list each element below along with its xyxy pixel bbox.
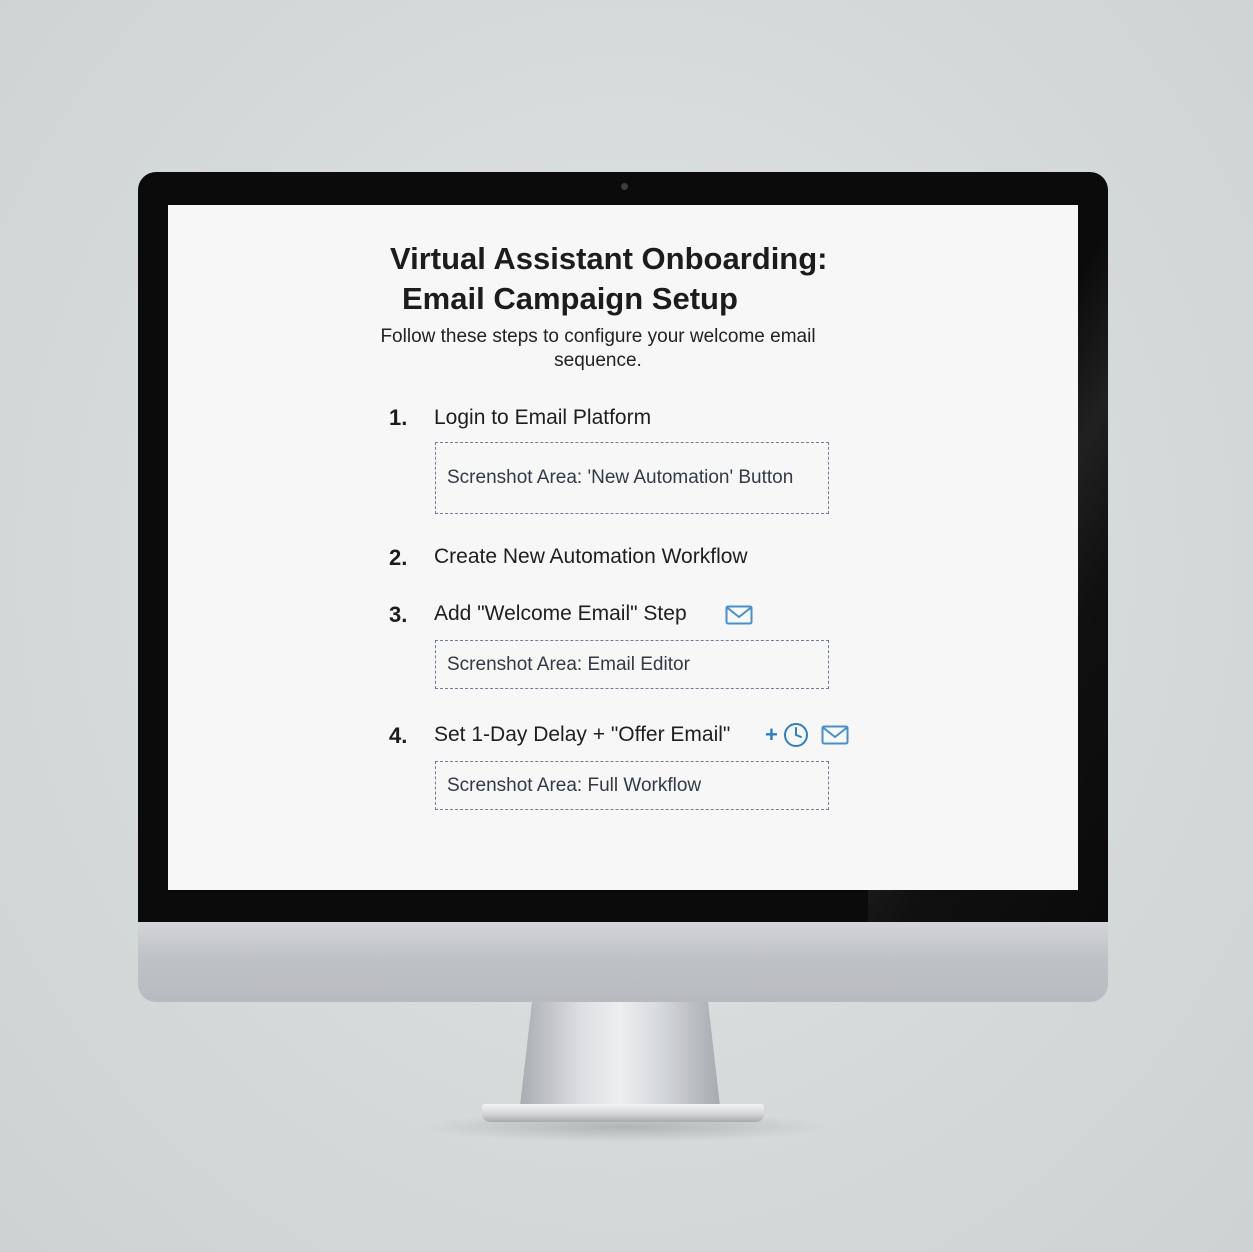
envelope-icon <box>725 605 753 630</box>
step-3-number: 3. <box>389 602 408 627</box>
step-3-screenshot-label: Screnshot Area: Email Editor <box>447 653 690 675</box>
plus-sign: + <box>765 722 778 747</box>
clock-icon <box>783 722 809 753</box>
step-1-number: 1. <box>389 405 408 430</box>
step-3-label: Add "Welcome Email" Step <box>434 602 687 625</box>
step-4-number: 4. <box>389 723 408 748</box>
step-1-label: Login to Email Platform <box>434 406 652 429</box>
monitor-screen: Virtual Assistant Onboarding: Email Camp… <box>168 205 1078 890</box>
step-4-screenshot-label: Screnshot Area: Full Workflow <box>447 774 702 796</box>
step-4-label: Set 1-Day Delay + "Offer Email" <box>434 723 731 746</box>
step-2-number: 2. <box>389 545 408 570</box>
monitor-stand-neck <box>520 1002 720 1106</box>
page-title: Virtual Assistant Onboarding: Email Camp… <box>390 239 950 319</box>
page-subtitle: Follow these steps to configure your wel… <box>380 326 816 371</box>
step-3-screenshot-area: Screnshot Area: Email Editor <box>435 640 829 689</box>
monitor-chin <box>138 922 1108 1002</box>
envelope-icon <box>821 725 849 750</box>
step-4-screenshot-area: Screnshot Area: Full Workflow <box>435 761 829 810</box>
step-2-label: Create New Automation Workflow <box>434 545 748 568</box>
step-1-screenshot-label: Screnshot Area: 'New Automation' Button <box>447 467 794 488</box>
step-1-screenshot-area: Screnshot Area: 'New Automation' Button <box>435 442 829 514</box>
webcam <box>621 183 628 190</box>
page-title-line-2: Email Campaign Setup <box>402 281 738 316</box>
monitor-stand-base <box>482 1104 764 1122</box>
page-title-line-1: Virtual Assistant Onboarding: <box>390 241 828 276</box>
